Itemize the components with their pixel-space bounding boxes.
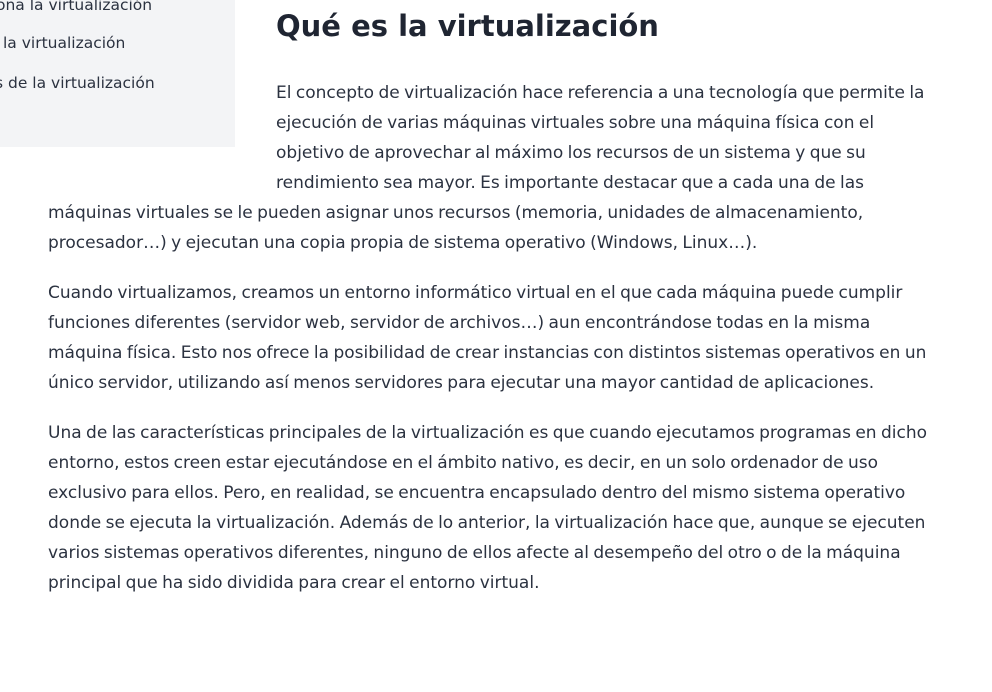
paragraph-2: Cuando virtualizamos, creamos un entorno… (48, 283, 927, 393)
toc-float-spacer (48, 78, 276, 198)
section-title: Qué es la virtualización (276, 9, 659, 43)
toc-link-tipos[interactable]: la virtualización (3, 33, 125, 53)
toc-link-como-funciona[interactable]: ona la virtualización (0, 0, 152, 15)
article-body: El concepto de virtualización hace refer… (48, 78, 946, 618)
paragraph-3: Una de las características principales d… (48, 423, 928, 593)
